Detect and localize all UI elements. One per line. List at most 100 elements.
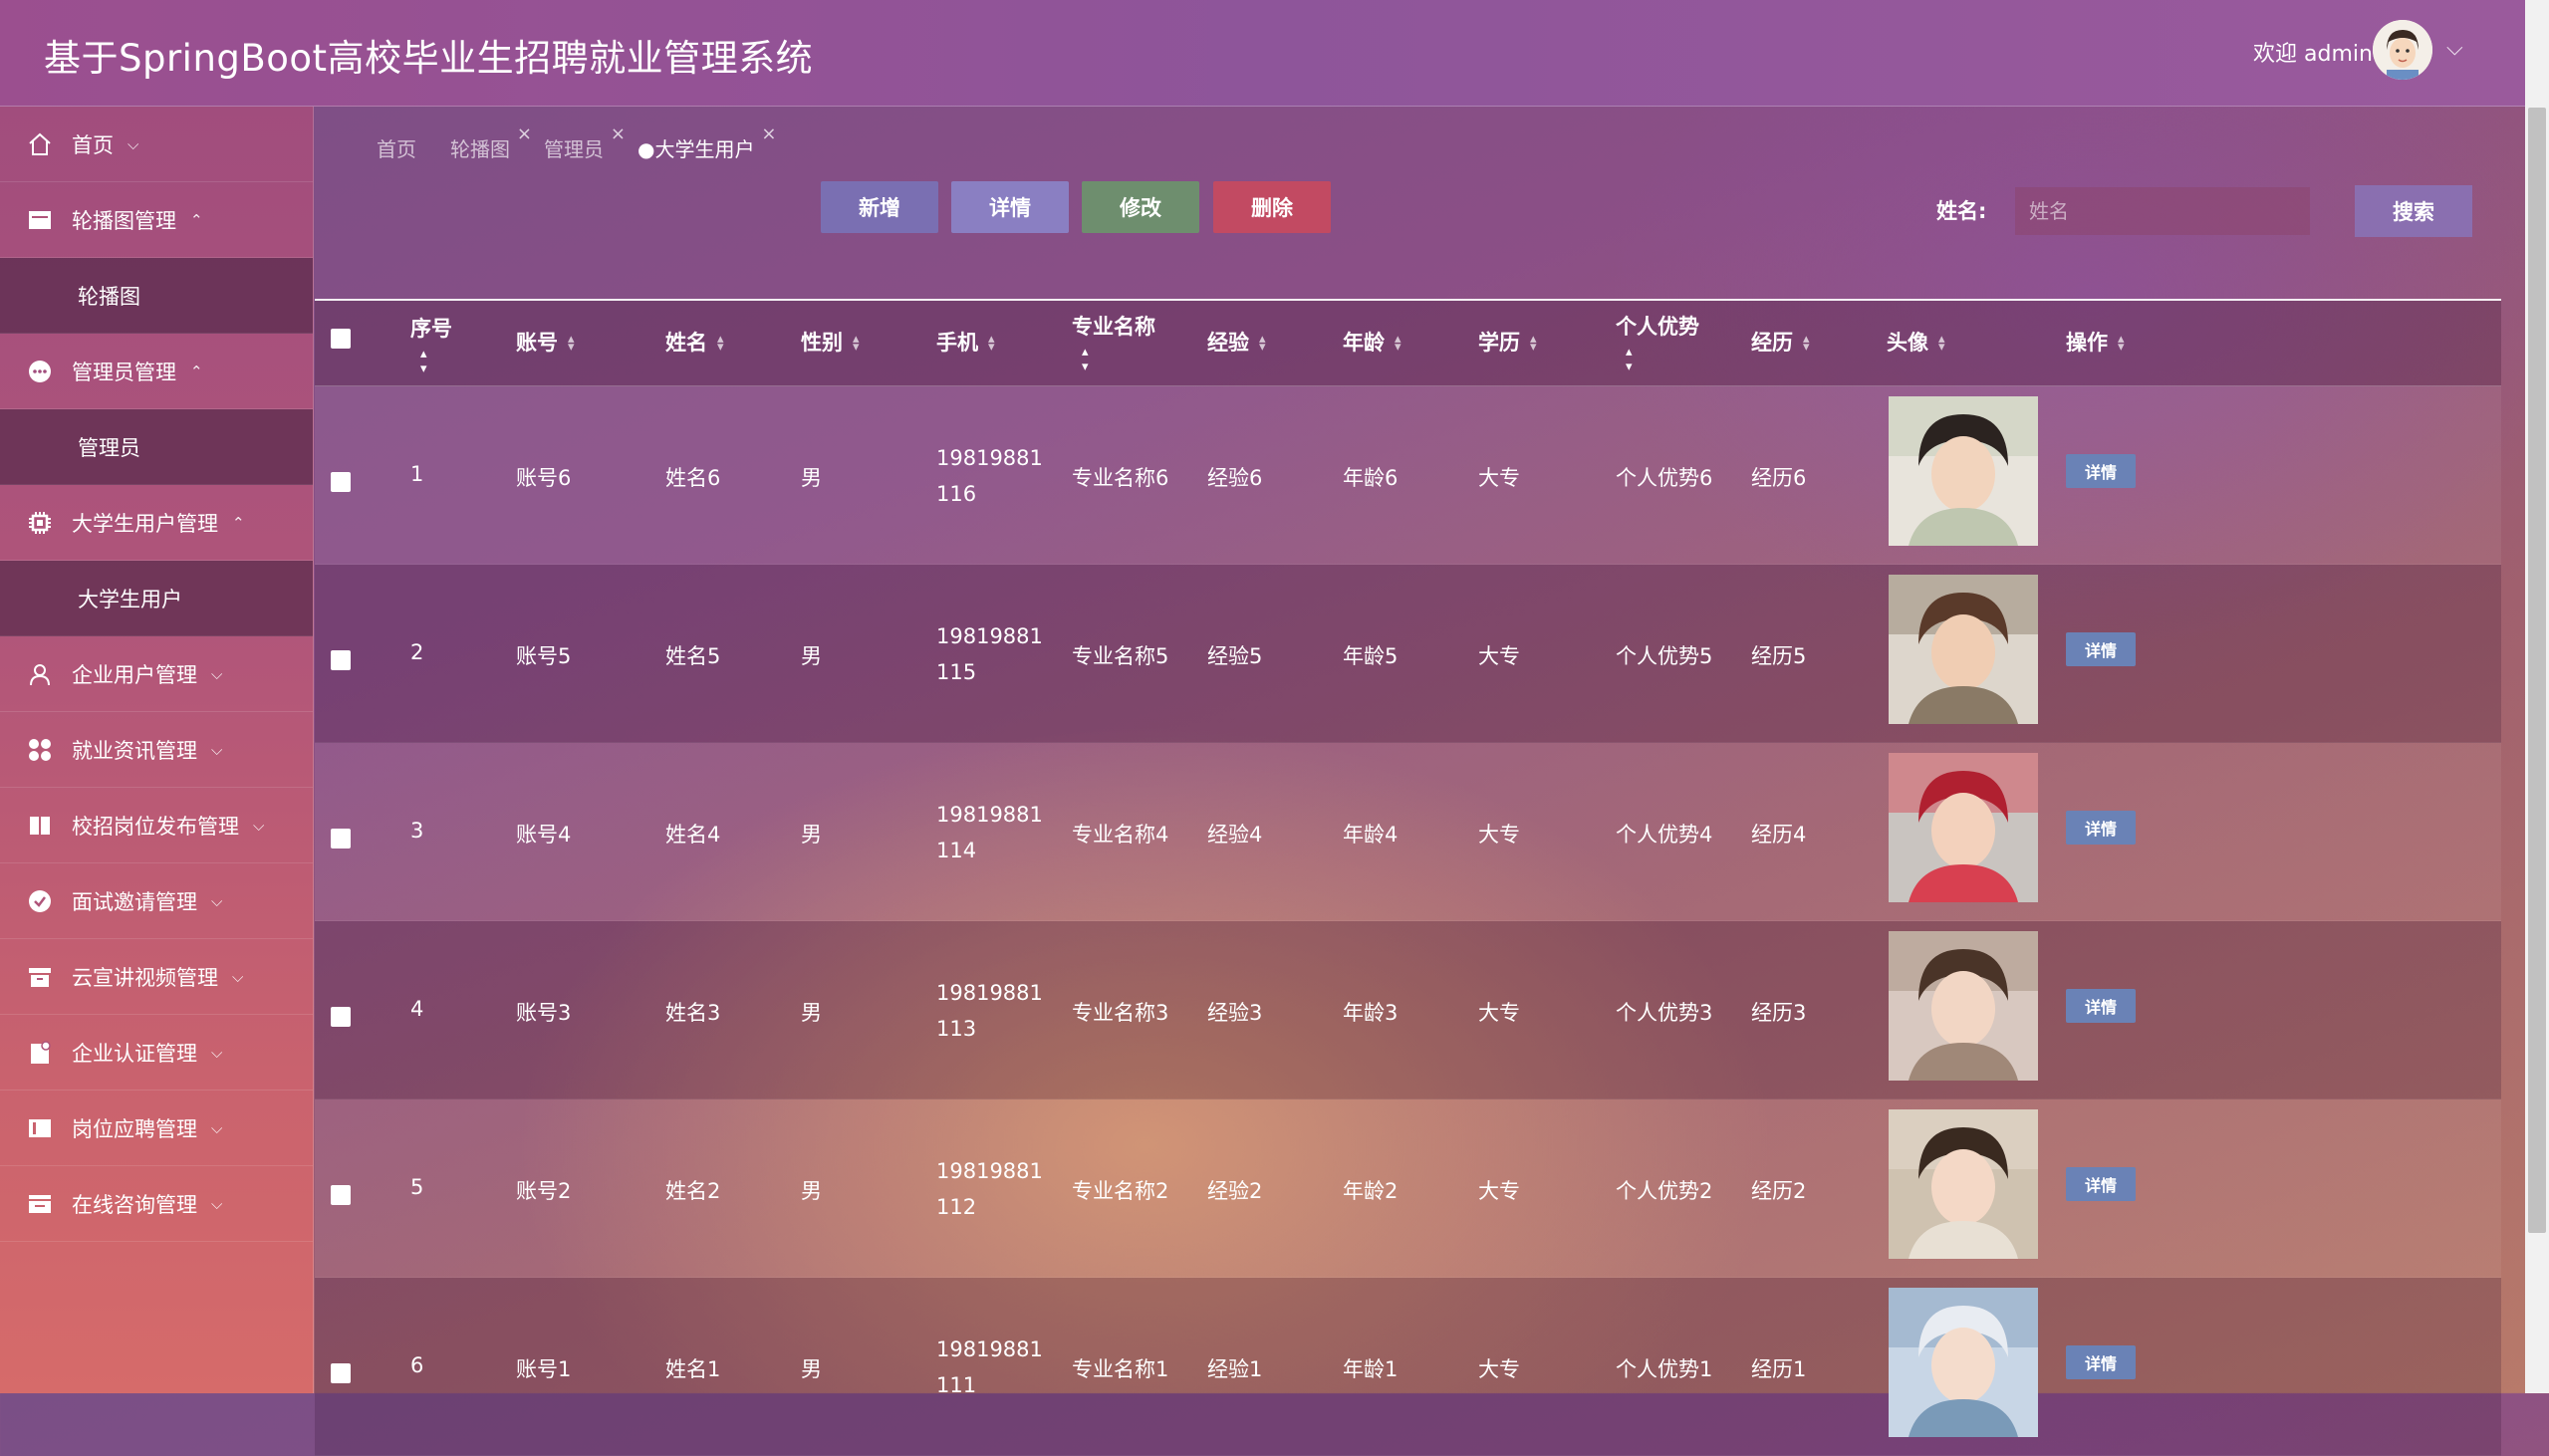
tab-home[interactable]: 首页 <box>377 133 416 162</box>
sort-icon[interactable]: ▴ ▾ <box>1395 333 1402 354</box>
row-checkbox[interactable] <box>331 472 351 492</box>
header-label: 经历 <box>1751 331 1793 355</box>
table-row[interactable]: 4 账号3 姓名3 男 19819881113 专业名称3 经验3 年龄3 大专 个人优势3 经历3… <box>315 921 2501 1099</box>
sidebar-item-certification-management[interactable]: 企业认证管理 ⌵ <box>0 1015 313 1091</box>
sort-icon[interactable]: ▴ ▾ <box>1530 333 1537 354</box>
tab-carousel[interactable]: 轮播图 × <box>450 123 532 162</box>
sidebar-item-admin-management[interactable]: 管理员管理 ⌃ <box>0 334 313 409</box>
sidebar-item-home[interactable]: 首页 ⌵ <box>0 107 313 182</box>
header-age[interactable]: 年龄 ▴ ▾ <box>1343 327 1402 357</box>
close-icon[interactable]: × <box>761 123 776 144</box>
scrollbar-thumb[interactable] <box>2528 108 2546 1233</box>
edit-button[interactable]: 修改 <box>1082 181 1199 233</box>
cell-history: 经历4 <box>1751 823 1807 847</box>
header-major[interactable]: 专业名称 ▴ ▾ <box>1072 311 1155 374</box>
breadcrumb-tabs: 首页 轮播图 × 管理员 × ●大学生用户 × <box>377 123 788 162</box>
cell-advantage: 个人优势4 <box>1616 823 1713 847</box>
select-all-checkbox[interactable] <box>331 329 351 349</box>
sidebar-item-student-management[interactable]: 大学生用户管理 ⌃ <box>0 485 313 561</box>
sidebar-subitem-carousel[interactable]: 轮播图 <box>0 258 313 334</box>
cell-age: 年龄3 <box>1343 1001 1399 1025</box>
cell-advantage: 个人优势3 <box>1616 1001 1713 1025</box>
header-history[interactable]: 经历 ▴ ▾ <box>1751 327 1810 357</box>
avatar-photo <box>1889 575 2038 724</box>
grid-icon <box>26 736 54 764</box>
cell-age: 年龄5 <box>1343 644 1399 668</box>
table-header: 序号 ▴ ▾ 账号 ▴ ▾ 姓名 ▴ ▾ 性别 ▴ ▾ 手机 ▴ ▾ 专业名称 ▴ ▾ 经验 ▴ ▾ 年龄 ▴… <box>315 301 2501 386</box>
tab-admin[interactable]: 管理员 × <box>544 123 626 162</box>
cell-major: 专业名称5 <box>1072 644 1169 668</box>
row-checkbox[interactable] <box>331 1185 351 1205</box>
sort-icon[interactable]: ▴ ▾ <box>420 347 452 376</box>
sidebar-item-application-management[interactable]: 岗位应聘管理 ⌵ <box>0 1091 313 1166</box>
sidebar-item-interview-management[interactable]: 面试邀请管理 ⌵ <box>0 863 313 939</box>
sort-icon[interactable]: ▴ ▾ <box>568 333 575 354</box>
row-detail-button[interactable]: 详情 <box>2066 811 2136 845</box>
add-button[interactable]: 新增 <box>821 181 938 233</box>
delete-button[interactable]: 删除 <box>1213 181 1331 233</box>
sort-icon[interactable]: ▴ ▾ <box>1938 333 1945 354</box>
header-avatar[interactable]: 头像 ▴ ▾ <box>1887 327 1945 357</box>
sort-icon[interactable]: ▴ ▾ <box>2118 333 2125 354</box>
page-scrollbar[interactable] <box>2525 0 2549 1393</box>
close-icon[interactable]: × <box>517 123 532 144</box>
sidebar-item-consultation-management[interactable]: 在线咨询管理 ⌵ <box>0 1166 313 1242</box>
header-experience[interactable]: 经验 ▴ ▾ <box>1207 327 1266 357</box>
chevron-down-icon: ⌵ <box>232 967 244 986</box>
close-icon[interactable]: × <box>611 123 626 144</box>
sort-icon[interactable]: ▴ ▾ <box>1626 345 1699 374</box>
header-name[interactable]: 姓名 ▴ ▾ <box>665 327 724 357</box>
cell-gender: 男 <box>801 466 822 490</box>
header-advantage[interactable]: 个人优势 ▴ ▾ <box>1616 311 1699 374</box>
row-detail-button[interactable]: 详情 <box>2066 989 2136 1023</box>
header-account[interactable]: 账号 ▴ ▾ <box>516 327 575 357</box>
search-button[interactable]: 搜索 <box>2355 185 2472 237</box>
sidebar-subitem-admin[interactable]: 管理员 <box>0 409 313 485</box>
header-education[interactable]: 学历 ▴ ▾ <box>1478 327 1537 357</box>
row-detail-button[interactable]: 详情 <box>2066 1167 2136 1201</box>
sidebar-item-carousel-management[interactable]: 轮播图管理 ⌃ <box>0 182 313 258</box>
user-menu-chevron-icon[interactable]: ⌵ <box>2446 36 2463 61</box>
sidebar-item-job-posting-management[interactable]: 校招岗位发布管理 ⌵ <box>0 788 313 863</box>
chevron-up-icon: ⌃ <box>190 362 203 380</box>
header-gender[interactable]: 性别 ▴ ▾ <box>801 327 860 357</box>
table-row[interactable]: 6 账号1 姓名1 男 19819881111 专业名称1 经验1 年龄1 大专 个人优势1 经历1… <box>315 1278 2501 1456</box>
sidebar-subitem-student[interactable]: 大学生用户 <box>0 561 313 636</box>
table-row[interactable]: 2 账号5 姓名5 男 19819881115 专业名称5 经验5 年龄5 大专 个人优势5 经历5… <box>315 565 2501 743</box>
row-detail-button[interactable]: 详情 <box>2066 1345 2136 1379</box>
sort-icon[interactable]: ▴ ▾ <box>988 333 995 354</box>
header-label: 年龄 <box>1343 331 1385 355</box>
cell-account: 账号6 <box>516 466 572 490</box>
sort-icon[interactable]: ▴ ▾ <box>1803 333 1810 354</box>
row-checkbox[interactable] <box>331 650 351 670</box>
row-checkbox[interactable] <box>331 1363 351 1383</box>
tab-label: 轮播图 <box>450 137 510 161</box>
header-phone[interactable]: 手机 ▴ ▾ <box>936 327 995 357</box>
sort-icon[interactable]: ▴ ▾ <box>853 333 860 354</box>
row-detail-button[interactable]: 详情 <box>2066 454 2136 488</box>
row-detail-button[interactable]: 详情 <box>2066 632 2136 666</box>
table-row[interactable]: 5 账号2 姓名2 男 19819881112 专业名称2 经验2 年龄2 大专 个人优势2 经历2… <box>315 1099 2501 1278</box>
sidebar-item-news-management[interactable]: 就业资讯管理 ⌵ <box>0 712 313 788</box>
sort-icon[interactable]: ▴ ▾ <box>1259 333 1266 354</box>
table-row[interactable]: 1 账号6 姓名6 男 19819881116 专业名称6 经验6 年龄6 大专 个人优势6 经历6… <box>315 386 2501 565</box>
name-search-input[interactable] <box>2015 187 2310 235</box>
row-checkbox[interactable] <box>331 1007 351 1027</box>
detail-button[interactable]: 详情 <box>951 181 1069 233</box>
user-avatar[interactable] <box>2373 20 2432 80</box>
sort-icon[interactable]: ▴ ▾ <box>717 333 724 354</box>
chevron-down-icon: ⌵ <box>253 816 265 835</box>
tab-student-user[interactable]: ●大学生用户 × <box>637 123 776 162</box>
header-actions[interactable]: 操作 ▴ ▾ <box>2066 327 2125 357</box>
chevron-down-icon: ⌵ <box>211 891 223 910</box>
sort-icon[interactable]: ▴ ▾ <box>1082 345 1155 374</box>
row-checkbox[interactable] <box>331 829 351 849</box>
sidebar-item-video-management[interactable]: 云宣讲视频管理 ⌵ <box>0 939 313 1015</box>
header-label: 操作 <box>2066 331 2108 355</box>
header-index[interactable]: 序号 ▴ ▾ <box>410 313 452 376</box>
table-row[interactable]: 3 账号4 姓名4 男 19819881114 专业名称4 经验4 年龄4 大专 个人优势4 经历4… <box>315 743 2501 921</box>
image-icon <box>26 206 54 234</box>
sidebar-item-company-user-management[interactable]: 企业用户管理 ⌵ <box>0 636 313 712</box>
cell-name: 姓名4 <box>665 823 721 847</box>
header-label: 序号 <box>410 317 452 341</box>
